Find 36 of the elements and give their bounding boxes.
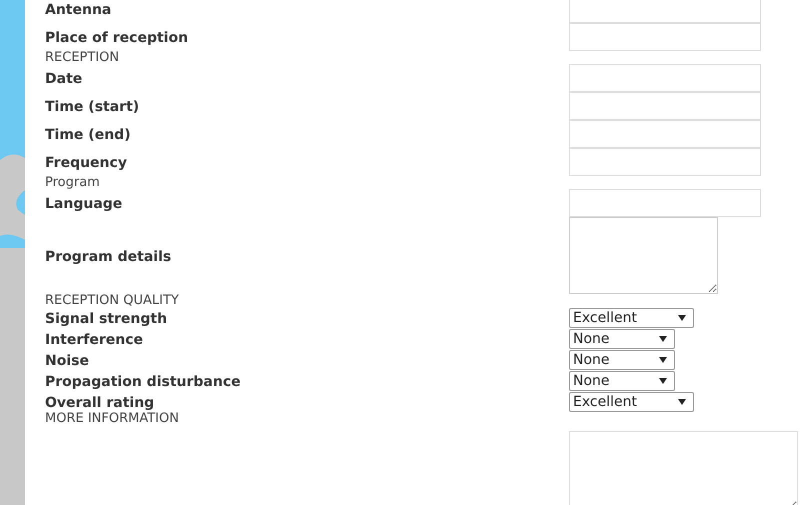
- field-label: Place of reception: [45, 30, 188, 46]
- field-label: Language: [45, 196, 122, 212]
- text-field[interactable]: [569, 120, 761, 148]
- field-label: Date: [45, 71, 82, 87]
- field-label: Propagation disturbance: [45, 374, 241, 390]
- text-field[interactable]: [569, 189, 761, 217]
- dropdown[interactable]: Excellent: [569, 308, 694, 328]
- caret-icon: [659, 356, 667, 362]
- section-heading: RECEPTION: [45, 51, 120, 64]
- section-heading: Program: [45, 176, 100, 189]
- field-label: Overall rating: [45, 394, 154, 410]
- field-label: Interference: [45, 332, 144, 348]
- field-label: Time (start): [45, 99, 140, 115]
- caret-icon: [678, 314, 686, 320]
- caret-icon: [659, 378, 667, 384]
- field-label: Antenna: [45, 2, 112, 18]
- field-label: Time (end): [45, 127, 131, 143]
- dropdown[interactable]: None: [569, 350, 675, 370]
- dropdown[interactable]: Excellent: [569, 392, 694, 412]
- caret-icon: [678, 398, 686, 404]
- field-label: Program details: [45, 248, 172, 264]
- section-heading: MORE INFORMATION: [45, 412, 179, 425]
- caret-icon: [659, 336, 667, 342]
- field-label: Frequency: [45, 155, 127, 171]
- text-area[interactable]: [569, 217, 718, 294]
- text-field[interactable]: [569, 23, 761, 51]
- dropdown[interactable]: None: [569, 370, 675, 390]
- text-area[interactable]: [569, 431, 798, 505]
- field-label: Noise: [45, 352, 89, 368]
- section-heading: RECEPTION QUALITY: [45, 294, 179, 307]
- text-field[interactable]: [569, 64, 761, 92]
- text-field[interactable]: [569, 92, 761, 120]
- dropdown[interactable]: None: [569, 328, 675, 348]
- text-field[interactable]: [569, 0, 761, 23]
- text-field[interactable]: [569, 148, 761, 176]
- field-label: Signal strength: [45, 310, 168, 326]
